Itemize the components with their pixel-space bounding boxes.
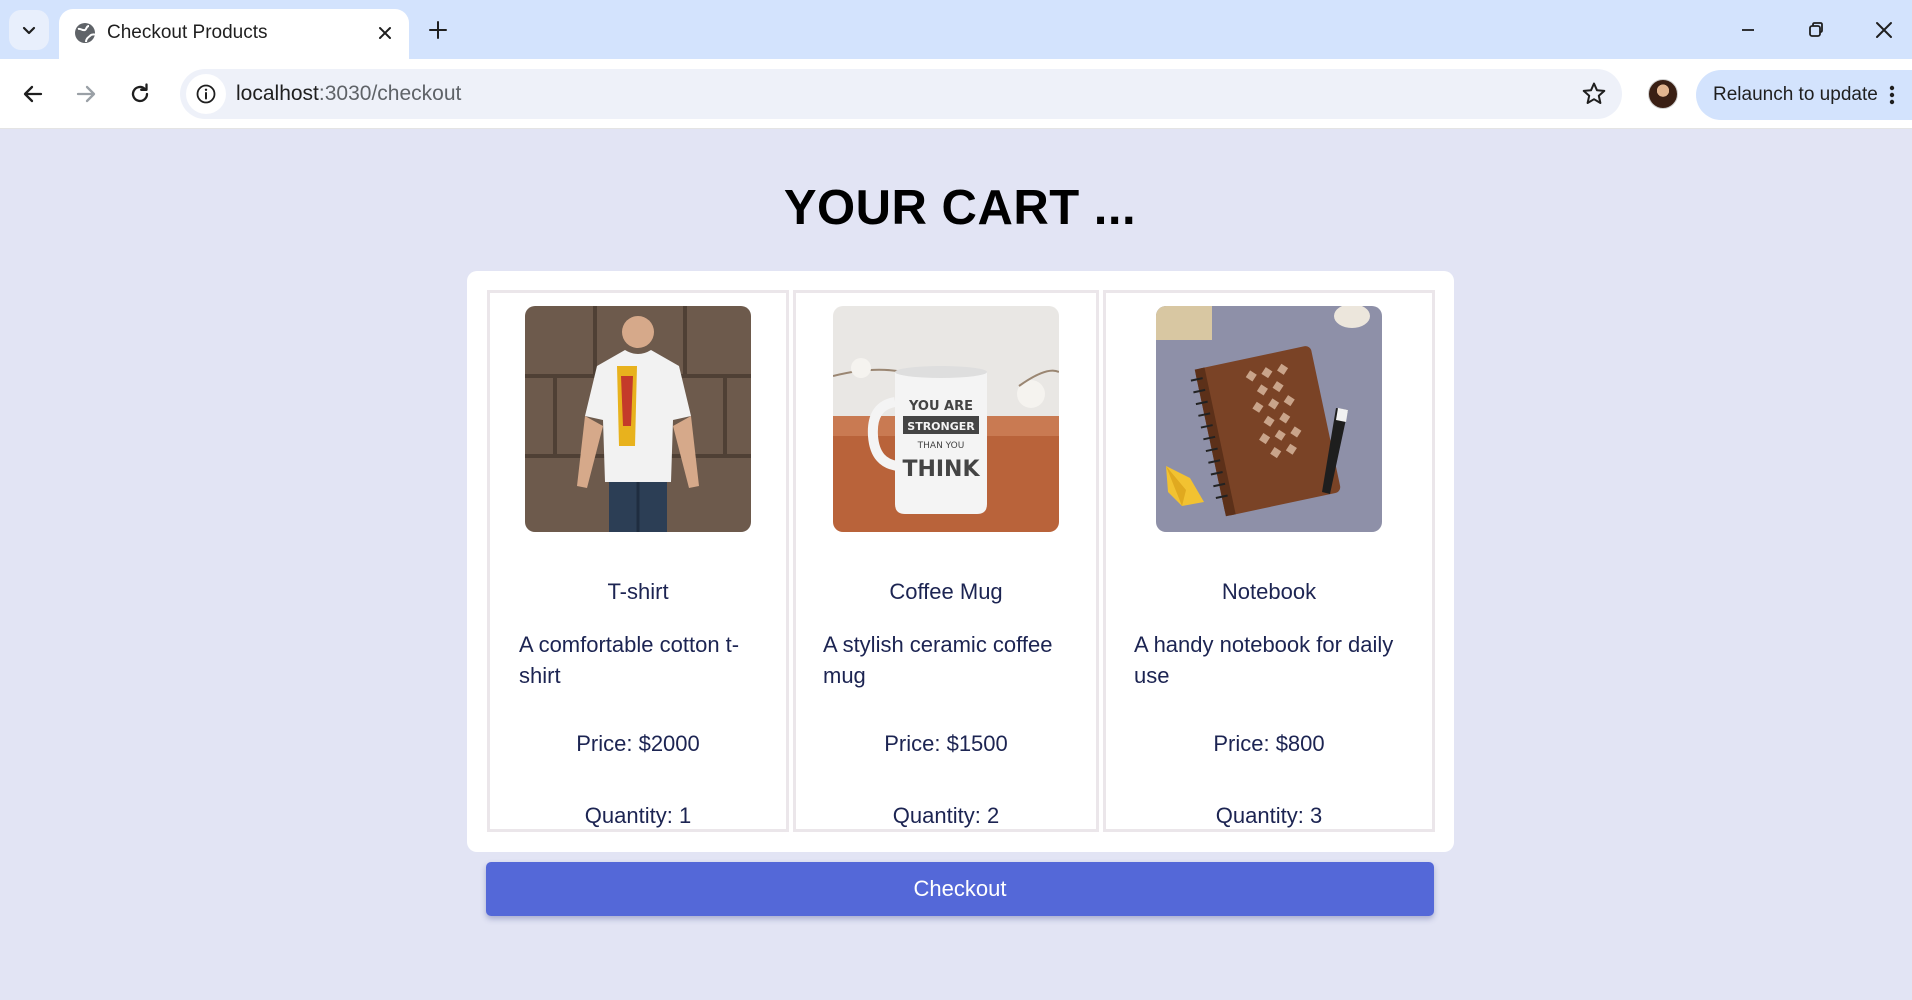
product-description: A comfortable cotton t-shirt: [519, 632, 740, 688]
back-arrow-icon: [23, 85, 43, 103]
checkout-button[interactable]: Checkout: [486, 862, 1434, 916]
product-quantity: Quantity: 2: [892, 803, 1000, 828]
product-price: Price: $1500: [884, 731, 1008, 756]
chevron-down-icon: [22, 26, 36, 35]
product-card-tshirt: T-shirt A comfortable cotton t-shirt Pri…: [487, 290, 789, 832]
forward-button[interactable]: [67, 75, 105, 113]
browser-toolbar: localhost:3030/checkout: [0, 59, 1912, 129]
mug-print-line3: THAN YOU: [917, 441, 965, 451]
tab-title: Checkout Products: [107, 22, 268, 43]
relaunch-to-update-button[interactable]: Relaunch to update: [1696, 70, 1912, 120]
more-vertical-icon[interactable]: [1880, 83, 1904, 107]
product-name: Coffee Mug: [889, 579, 1003, 604]
url-text: localhost:3030/checkout: [236, 82, 461, 106]
minimize-icon[interactable]: [1732, 14, 1764, 46]
product-quantity: Quantity: 1: [584, 803, 692, 828]
product-quantity: Quantity: 3: [1215, 803, 1323, 828]
cart-container: T-shirt A comfortable cotton t-shirt Pri…: [467, 271, 1454, 852]
product-description: A handy notebook for daily use: [1134, 632, 1394, 688]
product-card-notebook: Notebook A handy notebook for daily use …: [1103, 290, 1435, 832]
bookmark-star-icon[interactable]: [1580, 80, 1608, 108]
mug-print-line1: YOU ARE: [908, 399, 973, 414]
product-price: Price: $800: [1213, 731, 1325, 756]
url-host: localhost: [236, 82, 319, 105]
profile-avatar[interactable]: [1648, 79, 1678, 109]
product-description: A stylish ceramic coffee mug: [823, 632, 1053, 688]
product-price: Price: $2000: [576, 731, 700, 756]
reload-button[interactable]: [121, 75, 159, 113]
site-info-button[interactable]: [186, 74, 226, 114]
notebook-image: [1156, 306, 1382, 532]
new-tab-plus-icon[interactable]: [424, 16, 452, 44]
browser-tab-active[interactable]: Checkout Products: [59, 9, 409, 59]
relaunch-label: Relaunch to update: [1713, 84, 1878, 105]
product-name: T-shirt: [607, 579, 669, 604]
tshirt-image: [525, 306, 751, 532]
tab-search-button[interactable]: [9, 10, 49, 50]
back-button[interactable]: [14, 75, 52, 113]
coffee-mug-image: YOU ARE STRONGER THAN YOU THINK: [833, 306, 1059, 532]
globe-icon: [75, 23, 96, 43]
mug-print-line2: STRONGER: [907, 420, 975, 433]
address-bar[interactable]: localhost:3030/checkout: [180, 69, 1622, 119]
forward-arrow-icon: [76, 85, 96, 103]
reload-icon: [131, 83, 149, 103]
product-card-coffee-mug: YOU ARE STRONGER THAN YOU THINK Coffee M…: [793, 290, 1099, 832]
restore-icon[interactable]: [1800, 14, 1832, 46]
info-icon: [196, 84, 216, 104]
browser-tabstrip: Checkout Products: [0, 0, 1912, 59]
close-window-icon[interactable]: [1868, 14, 1900, 46]
product-name: Notebook: [1221, 579, 1317, 604]
mug-print-line4: THINK: [902, 457, 980, 482]
close-tab-icon[interactable]: [373, 21, 397, 45]
page-title: YOUR CART ...: [783, 181, 1137, 235]
url-path: :3030/checkout: [318, 82, 462, 105]
